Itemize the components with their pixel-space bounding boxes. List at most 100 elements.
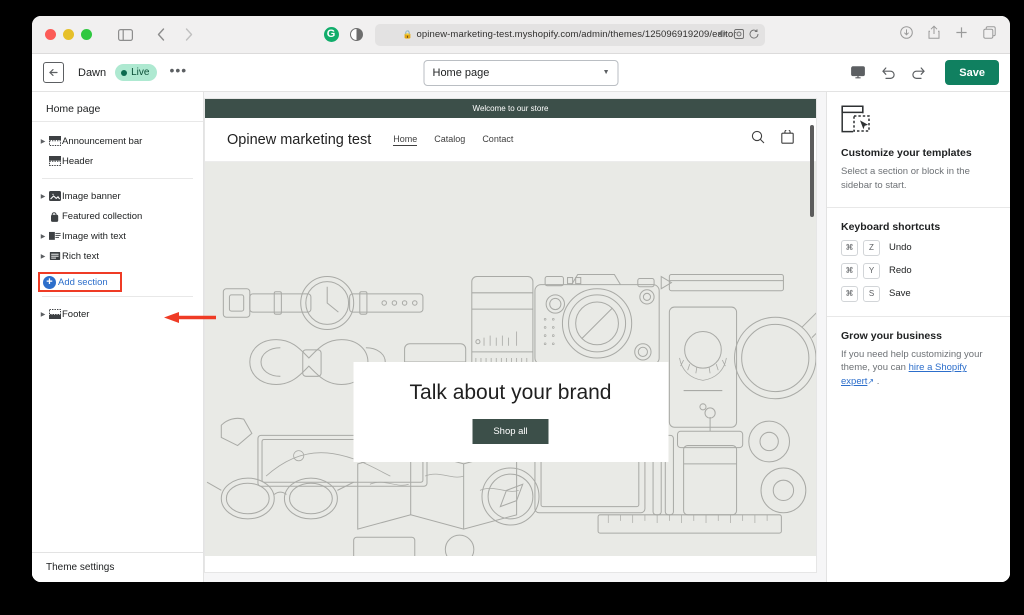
announcement-bar-icon (48, 136, 61, 147)
save-button[interactable]: Save (945, 60, 999, 85)
image-banner-heading: Talk about your brand (409, 380, 612, 404)
announcement-text: Welcome to our store (472, 104, 549, 113)
address-bar-icons[interactable] (717, 24, 759, 46)
sidebar-toggle-icon[interactable] (112, 23, 138, 47)
key-cmd-icon: ⌘ (841, 262, 858, 279)
grow-business-text: If you need help customizing your theme,… (841, 348, 996, 389)
window-traffic-lights[interactable] (45, 29, 92, 40)
grammarly-extension-icon[interactable]: G (323, 27, 339, 42)
storefront-preview[interactable]: Welcome to our store Opinew marketing te… (204, 98, 817, 573)
chevron-right-icon[interactable]: ▶ (38, 311, 48, 318)
header-icon (48, 156, 61, 167)
customize-templates-title: Customize your templates (841, 147, 972, 159)
redo-icon[interactable] (903, 60, 933, 86)
shortcut-row-redo: ⌘ Y Redo (841, 262, 996, 279)
nav-link-catalog[interactable]: Catalog (434, 134, 465, 146)
search-icon[interactable] (751, 130, 765, 149)
desktop-preview-icon[interactable] (843, 60, 873, 86)
lock-icon: 🔒 (402, 30, 413, 39)
nav-link-home[interactable]: Home (393, 134, 418, 146)
chevron-right-icon[interactable]: ▶ (38, 138, 48, 145)
reload-icon[interactable] (749, 28, 759, 41)
image-banner-text-card: Talk about your brand Shop all (353, 362, 668, 462)
live-badge-label: Live (131, 67, 150, 78)
sidebar-item-label: Announcement bar (62, 135, 143, 147)
close-window-button[interactable] (45, 29, 56, 40)
url-text: opinew-marketing-test.myshopify.com/admi… (416, 29, 737, 40)
browser-toolbar-icons[interactable] (900, 25, 996, 44)
sidebar-item-label: Footer (62, 308, 90, 320)
live-status-badge: Live (115, 64, 158, 81)
shortcut-label-undo: Undo (889, 242, 912, 254)
contrast-icon[interactable] (349, 28, 363, 41)
add-circle-icon: + (43, 275, 56, 289)
sidebar-item-footer[interactable]: ▶ Footer (32, 304, 203, 324)
shortcut-row-save: ⌘ S Save (841, 285, 996, 302)
tab-overview-icon[interactable] (983, 25, 996, 44)
theme-settings-button[interactable]: Theme settings (32, 552, 203, 582)
sidebar-item-image-banner[interactable]: ▶ Image banner (32, 186, 203, 206)
preview-scrollbar[interactable] (810, 125, 814, 217)
store-name: Opinew marketing test (227, 131, 372, 148)
volume-icon[interactable] (717, 29, 729, 40)
exit-editor-icon[interactable] (43, 62, 64, 83)
footer-icon (48, 309, 61, 320)
image-banner-icon (48, 191, 61, 202)
shortcut-label-save: Save (889, 288, 911, 300)
preview-container: Welcome to our store Opinew marketing te… (204, 92, 826, 582)
section-group-footer: ▶ Footer (32, 301, 203, 327)
browser-back-icon[interactable] (148, 23, 174, 47)
grow-business-title: Grow your business (841, 329, 942, 342)
add-section-button[interactable]: + Add section (38, 272, 122, 292)
maximize-window-button[interactable] (81, 29, 92, 40)
shortcut-row-undo: ⌘ Z Undo (841, 239, 996, 256)
sidebar-item-header[interactable]: ▶ Header (32, 151, 203, 171)
customize-templates-text: Select a section or block in the sidebar… (841, 166, 970, 191)
sidebar-item-featured-collection[interactable]: ▶ Featured collection (32, 206, 203, 226)
browser-forward-icon[interactable] (176, 23, 202, 47)
editor-body: Home page ▶ Announcement bar Header ▶ Im… (32, 92, 1010, 582)
live-dot-icon (121, 69, 128, 76)
browser-extension-icons[interactable]: G (323, 27, 363, 42)
key-z: Z (863, 239, 880, 256)
toolbar-right-actions: Save (843, 60, 1010, 86)
grow-text-after: . (874, 376, 880, 388)
theme-more-actions-button[interactable]: ••• (169, 63, 187, 80)
announcement-bar: Welcome to our store (205, 99, 816, 118)
browser-window: G 🔒 opinew-marketing-test.myshopify.com/… (32, 16, 1010, 582)
chevron-right-icon[interactable]: ▶ (38, 233, 48, 240)
shopping-bag-icon[interactable] (781, 129, 794, 149)
theme-name-label: Dawn (78, 66, 107, 79)
sidebar-item-label: Image with text (62, 230, 126, 242)
sidebar-header-title: Home page (32, 96, 203, 122)
new-tab-icon[interactable] (955, 26, 968, 44)
sidebar-item-label: Featured collection (62, 210, 143, 222)
storefront-nav[interactable]: Home Catalog Contact (393, 134, 513, 146)
share-icon[interactable] (928, 25, 940, 44)
shop-all-button[interactable]: Shop all (472, 418, 549, 444)
minimize-window-button[interactable] (63, 29, 74, 40)
sidebar-divider (42, 178, 193, 179)
sidebar-item-rich-text[interactable]: ▶ Rich text (32, 246, 203, 266)
downloads-icon[interactable] (900, 25, 913, 44)
keyboard-shortcuts-title: Keyboard shortcuts (841, 220, 941, 233)
key-cmd-icon: ⌘ (841, 285, 858, 302)
flat-lay-line-art-illustration (206, 273, 816, 556)
sidebar-item-image-with-text[interactable]: ▶ Image with text (32, 226, 203, 246)
sidebar-divider (42, 296, 193, 297)
chevron-right-icon[interactable]: ▶ (38, 253, 48, 260)
nav-link-contact[interactable]: Contact (482, 134, 513, 146)
template-selector[interactable]: Home page ▼ (423, 59, 619, 86)
address-bar[interactable]: 🔒 opinew-marketing-test.myshopify.com/ad… (374, 23, 765, 46)
storefront-header-icons[interactable] (751, 129, 794, 149)
featured-collection-icon (48, 211, 61, 222)
key-cmd-icon: ⌘ (841, 239, 858, 256)
add-section-label: Add section (58, 276, 108, 288)
undo-icon[interactable] (873, 60, 903, 86)
sidebar-item-label: Header (62, 155, 94, 167)
key-y: Y (863, 262, 880, 279)
extension-puzzle-icon[interactable] (733, 28, 744, 41)
sidebar-item-announcement-bar[interactable]: ▶ Announcement bar (32, 131, 203, 151)
chevron-right-icon[interactable]: ▶ (38, 193, 48, 200)
desktop-backdrop: G 🔒 opinew-marketing-test.myshopify.com/… (0, 0, 1024, 615)
